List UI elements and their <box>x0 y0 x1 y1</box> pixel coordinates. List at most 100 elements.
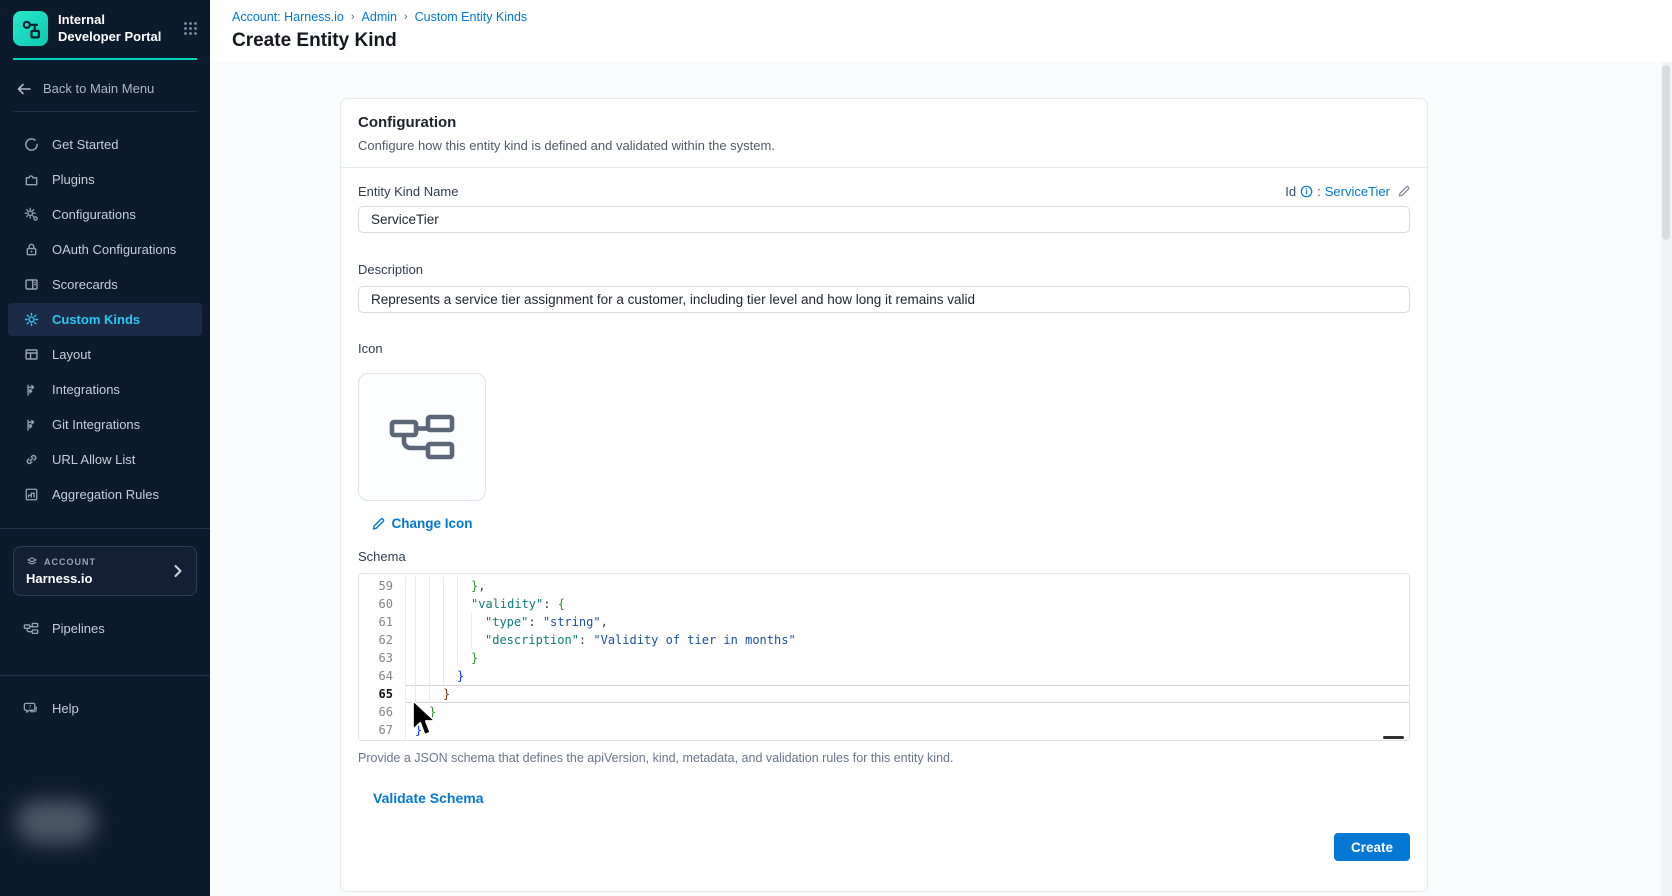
breadcrumb: Account: Harness.io › Admin › Custom Ent… <box>232 10 1648 24</box>
sidebar-item-aggregation-rules[interactable]: Aggregation Rules <box>8 478 202 511</box>
sidebar-item-label: Aggregation Rules <box>52 487 159 502</box>
app-grid-icon[interactable] <box>183 21 198 36</box>
logo-row: Internal Developer Portal <box>0 0 210 56</box>
sidebar-item-label: Configurations <box>52 207 136 222</box>
description-label: Description <box>358 262 423 277</box>
schema-code-editor[interactable]: 59},60"validity": {61"type": "string",62… <box>358 573 1410 741</box>
back-to-main-menu[interactable]: Back to Main Menu <box>0 60 210 111</box>
git-integrations-icon <box>23 417 39 432</box>
create-button[interactable]: Create <box>1334 833 1410 861</box>
account-selector[interactable]: ACCOUNT Harness.io <box>13 546 197 596</box>
sidebar-item-help[interactable]: ? Help <box>8 692 202 725</box>
blurred-user-info <box>16 800 96 844</box>
scorecards-icon <box>23 277 39 292</box>
code-line[interactable]: 61"type": "string", <box>359 613 1409 631</box>
code-line[interactable]: 65} <box>359 685 1409 703</box>
code-line[interactable]: 62"description": "Validity of tier in mo… <box>359 631 1409 649</box>
icon-label: Icon <box>358 341 383 356</box>
account-eyebrow-label: ACCOUNT <box>44 557 96 567</box>
integrations-icon <box>23 382 39 397</box>
page-scrollbar[interactable] <box>1661 62 1672 896</box>
sidebar-item-configurations[interactable]: Configurations <box>8 198 202 231</box>
horizontal-scrollbar-thumb[interactable] <box>1383 736 1404 739</box>
sidebar-item-integrations[interactable]: Integrations <box>8 373 202 406</box>
chevron-separator-icon: › <box>404 11 408 23</box>
pipelines-icon <box>23 621 39 636</box>
sidebar: Internal Developer Portal Back to Main M… <box>0 0 210 896</box>
sidebar-item-pipelines[interactable]: Pipelines <box>8 612 202 645</box>
id-separator: : <box>1317 184 1321 199</box>
card-header: Configuration Configure how this entity … <box>341 99 1427 168</box>
sidebar-item-label: Layout <box>52 347 91 362</box>
page-content: Configuration Configure how this entity … <box>210 62 1672 896</box>
sidebar-item-get-started[interactable]: Get Started <box>8 128 202 161</box>
pencil-icon <box>371 517 385 531</box>
schema-label: Schema <box>358 549 406 564</box>
account-stack-icon <box>26 556 38 568</box>
change-icon-link[interactable]: Change Icon <box>358 516 486 531</box>
entity-id-line: Id : ServiceTier <box>1285 184 1410 199</box>
sidebar-item-scorecards[interactable]: Scorecards <box>8 268 202 301</box>
sidebar-item-oauth-configurations[interactable]: OAuth Configurations <box>8 233 202 266</box>
chevron-separator-icon: › <box>351 11 355 23</box>
back-arrow-icon <box>16 82 32 96</box>
divider <box>0 528 210 529</box>
app-title: Internal Developer Portal <box>58 12 166 45</box>
svg-text:?: ? <box>28 705 31 711</box>
sidebar-item-url-allow-list[interactable]: URL Allow List <box>8 443 202 476</box>
account-name: Harness.io <box>26 571 172 586</box>
sidebar-item-label: URL Allow List <box>52 452 135 467</box>
sidebar-item-label: Plugins <box>52 172 95 187</box>
get-started-icon <box>23 137 39 152</box>
back-label: Back to Main Menu <box>43 81 154 96</box>
entity-icon-preview <box>358 373 486 501</box>
sidebar-item-git-integrations[interactable]: Git Integrations <box>8 408 202 441</box>
description-input[interactable] <box>358 286 1410 313</box>
aggregation-rules-icon <box>23 487 39 502</box>
sidebar-item-custom-kinds[interactable]: Custom Kinds <box>8 303 202 336</box>
configuration-card: Configuration Configure how this entity … <box>340 98 1428 892</box>
page-scrollbar-thumb[interactable] <box>1662 65 1670 240</box>
help-icon: ? <box>23 701 39 716</box>
code-line[interactable]: 64} <box>359 667 1409 685</box>
sidebar-item-label: Get Started <box>52 137 118 152</box>
sidebar-item-label: Help <box>52 701 79 716</box>
section-title: Configuration <box>358 114 1410 131</box>
code-line[interactable]: 60"validity": { <box>359 595 1409 613</box>
id-prefix: Id <box>1285 184 1296 199</box>
info-icon[interactable] <box>1300 185 1313 198</box>
page-title: Create Entity Kind <box>232 30 1648 52</box>
gear-icon <box>23 312 39 327</box>
sidebar-nav: Get Started Plugins Configurations OAuth… <box>0 112 210 511</box>
schema-help-text: Provide a JSON schema that defines the a… <box>358 751 1410 765</box>
entity-id-value: ServiceTier <box>1325 184 1390 199</box>
section-subtitle: Configure how this entity kind is define… <box>358 138 1410 153</box>
validate-schema-link[interactable]: Validate Schema <box>373 790 484 806</box>
code-line[interactable]: 59}, <box>359 577 1409 595</box>
layout-icon <box>23 347 39 362</box>
code-line[interactable]: 67} <box>359 721 1409 739</box>
code-line[interactable]: 63} <box>359 649 1409 667</box>
sidebar-item-layout[interactable]: Layout <box>8 338 202 371</box>
code-line[interactable]: 66} <box>359 703 1409 721</box>
workflow-icon <box>389 412 455 462</box>
sidebar-item-plugins[interactable]: Plugins <box>8 163 202 196</box>
breadcrumb-admin[interactable]: Admin <box>362 10 397 24</box>
entity-kind-name-input[interactable] <box>358 206 1410 233</box>
harness-idp-logo-icon <box>13 11 48 46</box>
breadcrumb-custom-entity-kinds[interactable]: Custom Entity Kinds <box>415 10 528 24</box>
change-icon-label: Change Icon <box>391 516 472 531</box>
card-body: Entity Kind Name Id : ServiceTier <box>341 168 1427 891</box>
lock-icon <box>23 242 39 257</box>
app-window: Internal Developer Portal Back to Main M… <box>0 0 1672 896</box>
plugins-icon <box>23 172 39 187</box>
sidebar-item-label: Git Integrations <box>52 417 140 432</box>
sidebar-item-label: Scorecards <box>52 277 118 292</box>
sidebar-item-label: Pipelines <box>52 621 105 636</box>
sidebar-item-label: Integrations <box>52 382 120 397</box>
chevron-right-icon <box>172 564 184 578</box>
sidebar-item-label: Custom Kinds <box>52 312 140 327</box>
breadcrumb-account[interactable]: Account: Harness.io <box>232 10 344 24</box>
edit-id-pencil-icon[interactable] <box>1397 185 1410 198</box>
main-area: Account: Harness.io › Admin › Custom Ent… <box>210 0 1672 896</box>
